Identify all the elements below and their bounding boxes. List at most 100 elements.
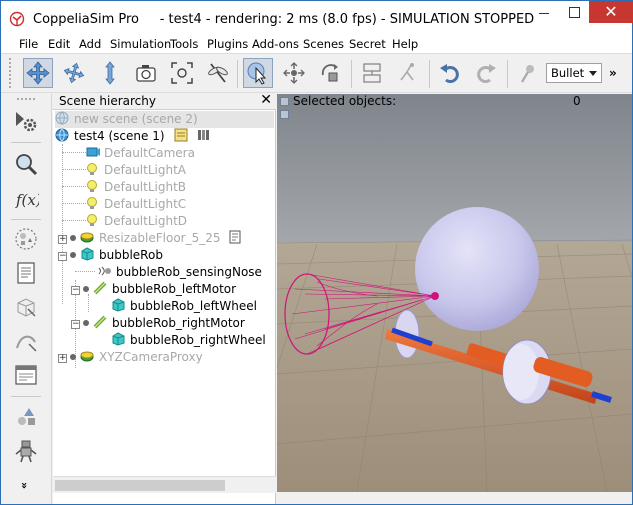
model-browser-button[interactable] [11, 149, 41, 179]
menu-help[interactable]: Help [392, 37, 418, 51]
robot-icon [15, 440, 37, 463]
scene-hierarchy-header: Scene hierarchy ✕ [53, 92, 276, 110]
transfer-dna-button[interactable] [393, 58, 423, 88]
assemble-button[interactable] [357, 58, 387, 88]
menu-secret[interactable]: Secret [349, 37, 386, 51]
tree-item[interactable]: XYZCameraProxy [70, 349, 203, 366]
tree-item-label: DefaultLightA [104, 163, 187, 177]
menu-scenes[interactable]: Scenes [303, 37, 344, 51]
redo-button[interactable] [471, 58, 501, 88]
toolbar-overflow-button[interactable]: » [609, 66, 617, 80]
simulation-settings-button[interactable] [11, 106, 41, 136]
child-script-icon[interactable] [228, 230, 244, 244]
tree-item[interactable]: new scene (scene 2) [55, 111, 274, 128]
hierarchy-horizontal-scrollbar[interactable] [53, 476, 276, 493]
tree-guide-line [75, 271, 95, 272]
title-bar[interactable]: CoppeliaSim Pro - test4 - rendering: 2 m… [1, 1, 633, 35]
path-edit-button[interactable] [11, 326, 41, 356]
tree-item[interactable]: bubbleRob [70, 247, 163, 264]
left-toolbar-grip[interactable] [17, 98, 35, 101]
physics-engine-value: Bullet [551, 66, 585, 80]
shape-edit-button[interactable] [11, 292, 41, 322]
camera-shift-button[interactable] [95, 58, 125, 88]
tree-item[interactable]: DefaultLightC [85, 196, 186, 213]
toolbar-grip[interactable] [9, 58, 13, 88]
camera-pan-button[interactable] [23, 58, 53, 88]
undo-button[interactable] [435, 58, 465, 88]
collapse-toggle[interactable]: − [71, 320, 80, 329]
calculation-modules-button[interactable]: f(x) [11, 184, 41, 214]
menu-tools[interactable]: Tools [170, 37, 198, 51]
collapse-toggle[interactable]: − [58, 252, 67, 261]
title-separator: - [205, 12, 211, 27]
left-toolbar-overflow-button[interactable]: » [18, 482, 31, 489]
tree-item[interactable]: bubbleRob_rightWheel [111, 332, 266, 349]
tree-item-label: DefaultLightD [104, 214, 188, 228]
viewport-view-icon[interactable] [280, 110, 289, 119]
robot-body-sphere[interactable] [415, 207, 539, 331]
tree-item[interactable]: DefaultLightD [85, 213, 187, 230]
fly-mode-button[interactable] [203, 58, 233, 88]
floor-icon [80, 232, 94, 243]
scene-viewport[interactable]: Selected objects: 0 [277, 94, 632, 492]
maximize-button[interactable] [559, 1, 589, 23]
tree-item-label: ResizableFloor_5_25 [99, 231, 221, 245]
scene-3d-render[interactable] [277, 94, 632, 492]
physics-engine-select[interactable]: Bullet [546, 63, 602, 83]
close-button[interactable]: ✕ [589, 1, 633, 23]
left-toolbar-separator [11, 219, 41, 220]
dynamics-toggle-button[interactable] [513, 58, 543, 88]
tree-item[interactable]: DefaultLightB [85, 179, 186, 196]
tree-item[interactable]: test4 (scene 1) [55, 128, 214, 145]
expand-toggle[interactable]: + [58, 354, 67, 363]
menu-simulation[interactable]: Simulation [110, 37, 171, 51]
camera-angle-button[interactable] [131, 58, 161, 88]
scrollbar-thumb[interactable] [55, 480, 225, 491]
shape-edit-icon [17, 298, 36, 317]
environment-icon[interactable] [197, 128, 211, 142]
tree-item-label: DefaultLightB [104, 180, 187, 194]
tree-item[interactable]: bubbleRob_rightMotor [83, 315, 245, 332]
menu-edit[interactable]: Edit [48, 37, 70, 51]
simulation-settings-icon [16, 112, 37, 132]
menu-bar: File Edit Add Simulation Tools Plugins A… [1, 35, 632, 53]
tree-item[interactable]: bubbleRob_leftWheel [111, 298, 257, 315]
menu-add[interactable]: Add [79, 37, 101, 51]
object-shift-button[interactable] [279, 58, 309, 88]
menu-add-ons[interactable]: Add-ons [252, 37, 299, 51]
joint-icon [93, 315, 107, 329]
selection-dialog-button[interactable] [11, 360, 41, 390]
scene-hierarchy-panel: Scene hierarchy ✕ new scene (scene 2) te… [53, 92, 276, 504]
camera-rotate-button[interactable] [59, 58, 89, 88]
toolbar-separator [429, 60, 430, 88]
click-selection-button[interactable] [243, 58, 273, 88]
tree-item[interactable]: DefaultLightA [85, 162, 186, 179]
collapse-toggle[interactable]: − [71, 286, 80, 295]
camera-icon [86, 147, 100, 157]
tree-item[interactable]: DefaultCamera [85, 145, 195, 162]
main-toolbar: Bullet » [1, 53, 632, 93]
robot-models-button[interactable] [11, 436, 41, 466]
fit-to-view-button[interactable] [167, 58, 197, 88]
magnifier-icon [16, 154, 38, 176]
expand-toggle[interactable]: + [58, 235, 67, 244]
tree-item[interactable]: bubbleRob_sensingNose [97, 264, 262, 281]
model-library-button[interactable] [11, 402, 41, 432]
tree-item[interactable]: ResizableFloor_5_25 [70, 230, 247, 247]
tree-guide-line [62, 169, 86, 170]
menu-file[interactable]: File [19, 37, 38, 51]
object-rotate-button[interactable] [315, 58, 345, 88]
menu-plugins[interactable]: Plugins [207, 37, 248, 51]
close-icon[interactable]: ✕ [260, 92, 272, 108]
title-separator: - [159, 12, 165, 27]
tree-item[interactable]: bubbleRob_leftMotor [83, 281, 236, 298]
toolbar-separator [351, 60, 352, 88]
collections-button[interactable] [11, 224, 41, 254]
model-library-icon [18, 408, 35, 425]
scene-script-icon[interactable] [174, 128, 190, 142]
scripts-button[interactable] [11, 258, 41, 288]
minimize-button[interactable] [529, 1, 559, 23]
viewport-menu-icon[interactable] [280, 97, 289, 106]
tree-guide-line [62, 203, 86, 204]
left-toolbar-separator [11, 142, 41, 143]
